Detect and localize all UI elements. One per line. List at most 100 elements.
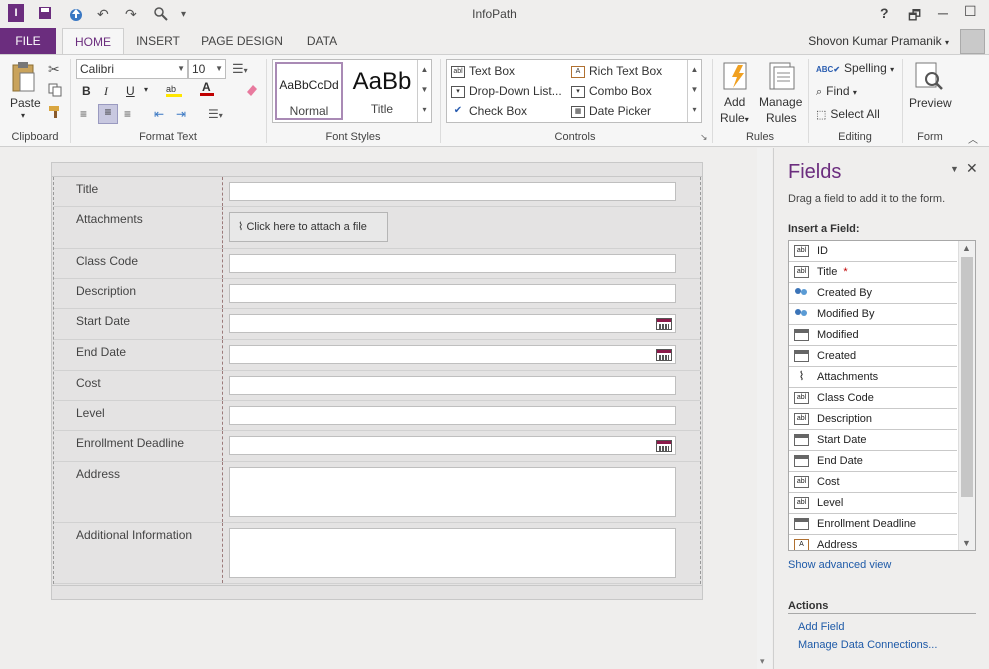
panel-close-icon[interactable]: ✕ bbox=[966, 160, 978, 177]
date-picker-input[interactable] bbox=[229, 436, 676, 455]
control-drop-down-list[interactable]: ▾ Drop-Down List... bbox=[451, 84, 562, 98]
field-list-item[interactable]: Modified bbox=[789, 325, 957, 346]
underline-button[interactable]: U bbox=[126, 84, 135, 98]
add-rule-label-2[interactable]: Rule▾ bbox=[720, 111, 749, 125]
controls-scroll[interactable]: ▲ ▼ ▾ bbox=[687, 60, 701, 122]
field-list-item[interactable]: abl ID bbox=[789, 241, 957, 262]
calendar-icon[interactable] bbox=[656, 440, 672, 452]
control-rich-text-box[interactable]: A Rich Text Box bbox=[571, 64, 662, 78]
date-picker-input[interactable] bbox=[229, 345, 676, 364]
field-list-item[interactable]: ⌇ Attachments bbox=[789, 367, 957, 388]
style-title[interactable]: AaBb Title bbox=[347, 62, 417, 120]
spelling-button[interactable]: ABC✔ Spelling ▾ bbox=[816, 61, 894, 75]
align-left-icon[interactable]: ≡ bbox=[80, 107, 87, 121]
field-list-item[interactable]: abl Description bbox=[789, 409, 957, 430]
multiline-text-input[interactable] bbox=[229, 528, 676, 578]
italic-button[interactable]: I bbox=[104, 84, 108, 99]
text-field-icon: abl bbox=[794, 497, 809, 509]
align-right-icon[interactable]: ≡ bbox=[124, 107, 131, 121]
bullets-icon[interactable]: ☰▾ bbox=[208, 107, 223, 121]
text-input[interactable] bbox=[229, 284, 676, 303]
field-list-item[interactable]: abl Title * bbox=[789, 262, 957, 283]
line-spacing-icon[interactable]: ☰▾ bbox=[232, 61, 248, 77]
show-advanced-view-link[interactable]: Show advanced view bbox=[788, 559, 891, 571]
add-field-link[interactable]: Add Field bbox=[798, 621, 844, 633]
text-input[interactable] bbox=[229, 376, 676, 395]
user-name: Shovon Kumar Pramanik bbox=[808, 34, 942, 48]
tab-insert[interactable]: INSERT bbox=[128, 28, 188, 54]
field-list-scroll-thumb[interactable] bbox=[961, 257, 973, 497]
field-list-item[interactable]: abl Level bbox=[789, 493, 957, 514]
paste-button[interactable]: Paste bbox=[10, 96, 41, 110]
select-all-button[interactable]: ⬚ Select All bbox=[816, 107, 880, 121]
user-account[interactable]: Shovon Kumar Pramanik ▾ bbox=[808, 34, 949, 48]
clear-formatting-icon[interactable] bbox=[244, 82, 260, 101]
field-list-item[interactable]: abl Class Code bbox=[789, 388, 957, 409]
collapse-ribbon-icon[interactable]: ︿ bbox=[968, 131, 978, 146]
form-rows: Title Attachments ⌇ Click here to attach a… bbox=[53, 177, 701, 584]
text-field-icon: abl bbox=[794, 245, 809, 257]
preview-button[interactable]: Preview bbox=[909, 96, 952, 110]
manage-rules-label-2[interactable]: Rules bbox=[766, 111, 797, 125]
control-date-picker[interactable]: ▦ Date Picker bbox=[571, 104, 651, 118]
font-name-combo[interactable]: Calibri ▼ bbox=[76, 59, 188, 79]
help-button[interactable]: ? bbox=[880, 5, 889, 21]
maximize-button[interactable]: ☐ bbox=[964, 3, 977, 20]
field-list-item[interactable]: Start Date bbox=[789, 430, 957, 451]
format-painter-icon[interactable] bbox=[48, 105, 62, 122]
copy-icon[interactable] bbox=[48, 83, 62, 100]
calendar-icon[interactable] bbox=[656, 349, 672, 361]
field-list-item[interactable]: End Date bbox=[789, 451, 957, 472]
rich-text-icon: A bbox=[794, 539, 809, 550]
avatar[interactable] bbox=[960, 29, 985, 54]
form-row: Additional Information bbox=[54, 523, 700, 584]
tab-data[interactable]: DATA bbox=[296, 28, 348, 54]
panel-menu-icon[interactable]: ▼ bbox=[950, 164, 959, 174]
ribbon-display-icon[interactable]: 🗗 bbox=[908, 5, 921, 29]
form-row: Enrollment Deadline bbox=[54, 431, 700, 462]
cut-icon[interactable]: ✂ bbox=[48, 61, 60, 78]
font-size-combo[interactable]: 10 ▼ bbox=[188, 59, 226, 79]
paste-icon[interactable] bbox=[11, 61, 37, 96]
text-input[interactable] bbox=[229, 182, 676, 201]
text-input[interactable] bbox=[229, 254, 676, 273]
manage-rules-icon[interactable] bbox=[766, 61, 796, 94]
add-rule-label-1[interactable]: Add bbox=[724, 95, 745, 109]
field-list-item[interactable]: Enrollment Deadline bbox=[789, 514, 957, 535]
calendar-icon[interactable] bbox=[656, 318, 672, 330]
field-name: Description bbox=[817, 413, 873, 425]
styles-scroll[interactable]: ▲ ▼ ▾ bbox=[417, 60, 431, 122]
find-button[interactable]: ⌕ Find ▾ bbox=[816, 84, 857, 99]
highlight-icon[interactable]: ab bbox=[166, 82, 186, 101]
tab-file[interactable]: FILE bbox=[0, 28, 56, 54]
controls-gallery: abl Text Box A Rich Text Box ▾ Drop-Down Li… bbox=[446, 59, 702, 123]
field-list-scrollbar[interactable]: ▲ ▼ bbox=[958, 241, 975, 550]
tab-home[interactable]: HOME bbox=[62, 28, 124, 54]
align-center-icon[interactable]: ≡ bbox=[98, 104, 118, 124]
multiline-text-input[interactable] bbox=[229, 467, 676, 517]
control-check-box[interactable]: ✔ Check Box bbox=[451, 104, 527, 118]
tab-page-design[interactable]: PAGE DESIGN bbox=[196, 28, 288, 54]
minimize-button[interactable]: ─ bbox=[938, 5, 948, 21]
field-list-item[interactable]: abl Cost bbox=[789, 472, 957, 493]
font-color-icon[interactable]: A bbox=[200, 80, 216, 101]
control-text-box[interactable]: abl Text Box bbox=[451, 64, 515, 78]
date-picker-input[interactable] bbox=[229, 314, 676, 333]
attach-file-button[interactable]: ⌇ Click here to attach a file bbox=[229, 212, 388, 242]
canvas-scrollbar[interactable]: ▾ bbox=[757, 148, 772, 669]
style-normal[interactable]: AaBbCcDd Normal bbox=[275, 62, 343, 120]
add-rule-icon[interactable] bbox=[722, 61, 752, 94]
field-list-item[interactable]: Created bbox=[789, 346, 957, 367]
field-list-item[interactable]: A Address bbox=[789, 535, 957, 550]
manage-rules-label-1[interactable]: Manage bbox=[759, 95, 802, 109]
field-list-item[interactable]: Created By bbox=[789, 283, 957, 304]
increase-indent-icon[interactable]: ⇥ bbox=[176, 107, 186, 121]
bold-button[interactable]: B bbox=[82, 84, 91, 98]
control-combo-box[interactable]: ▾ Combo Box bbox=[571, 84, 652, 98]
decrease-indent-icon[interactable]: ⇤ bbox=[154, 107, 164, 121]
text-input[interactable] bbox=[229, 406, 676, 425]
manage-data-connections-link[interactable]: Manage Data Connections... bbox=[798, 639, 937, 651]
preview-icon[interactable] bbox=[914, 61, 944, 94]
field-list-item[interactable]: Modified By bbox=[789, 304, 957, 325]
controls-launcher-icon[interactable]: ↘ bbox=[700, 132, 708, 143]
